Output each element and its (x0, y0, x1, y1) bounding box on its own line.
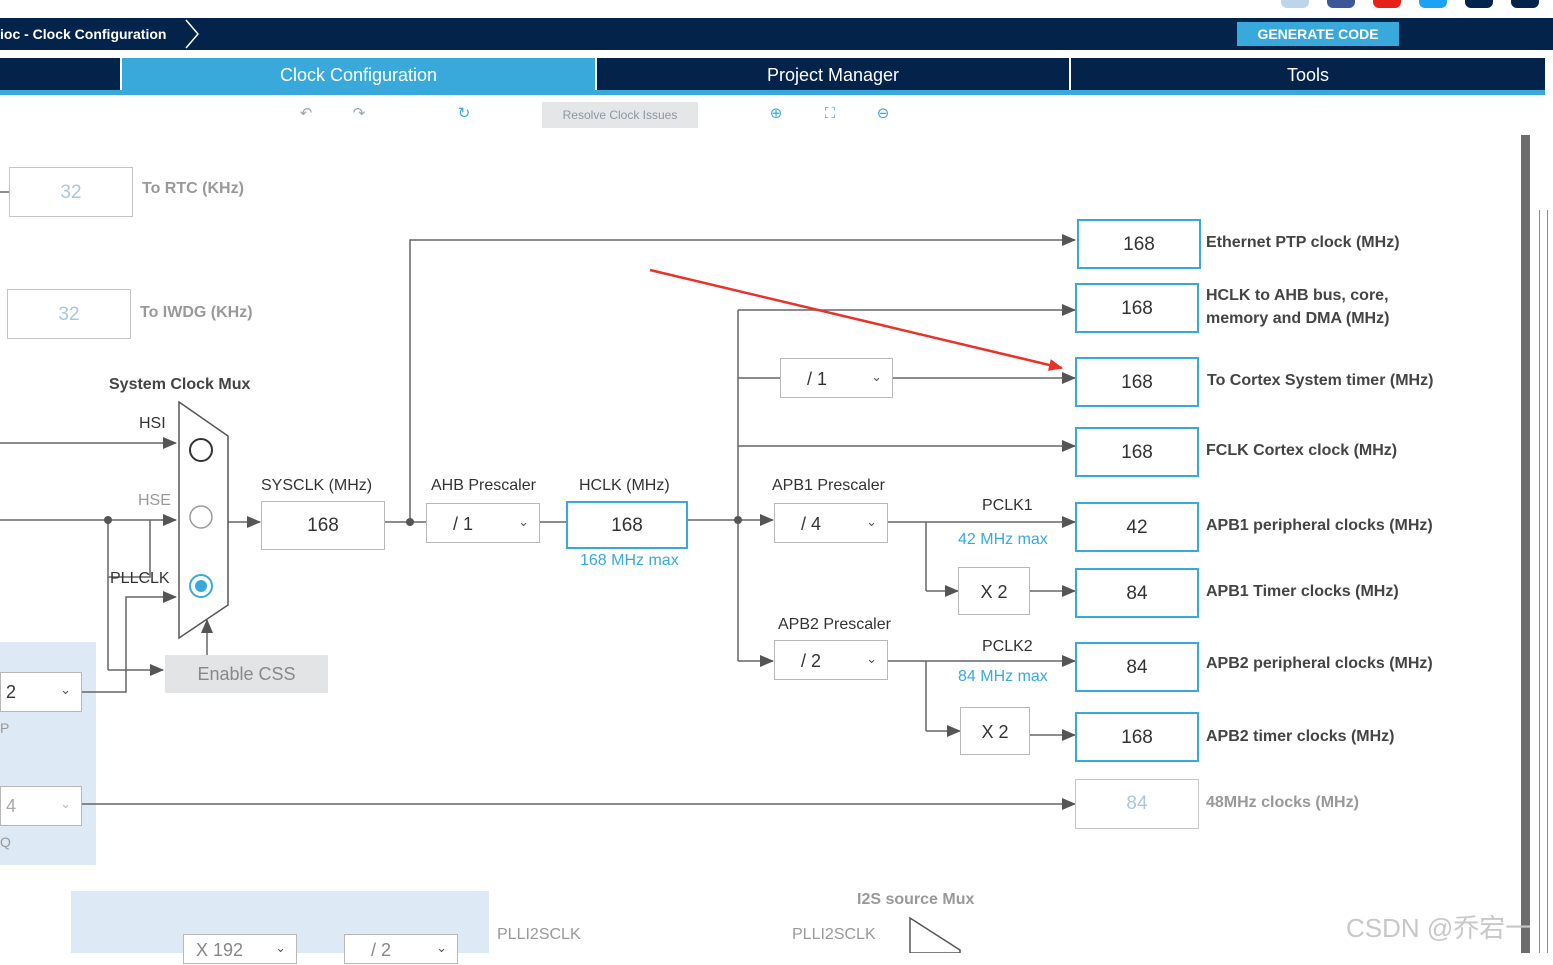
chevron-down-icon: ⌄ (518, 514, 529, 529)
pllclk-radio-dot (195, 580, 207, 592)
apb1-timer-clocks-label: APB1 Timer clocks (MHz) (1206, 583, 1399, 600)
plli2s-n-value: X 192 (196, 940, 244, 960)
chevron-down-icon: ⌄ (866, 514, 877, 529)
pll-p-value: 2 (6, 682, 17, 702)
chevron-down-icon: ⌄ (866, 651, 877, 666)
pll-p-select[interactable]: 2 ⌄ (0, 672, 82, 712)
apb1-prescaler-label: APB1 Prescaler (772, 477, 885, 494)
cortex-system-timer-label: To Cortex System timer (MHz) (1207, 372, 1434, 389)
ethernet-ptp-clock-label: Ethernet PTP clock (MHz) (1206, 234, 1400, 251)
ahb-prescaler-select[interactable]: / 1 ⌄ (426, 503, 540, 543)
apb2-timer-clocks-value[interactable]: 168 (1075, 712, 1199, 762)
apb1-timer-multiplier: X 2 (958, 567, 1030, 615)
ethernet-ptp-clock-value[interactable]: 168 (1077, 219, 1201, 269)
plli2s-n-select[interactable]: X 192 ⌄ (183, 934, 297, 964)
apb2-prescaler-label: APB2 Prescaler (778, 616, 891, 633)
hclk-max-label: 168 MHz max (580, 552, 679, 569)
hse-radio[interactable] (189, 505, 213, 529)
scrollbar-track-edge (1539, 210, 1548, 953)
apb2-prescaler-value: / 2 (801, 651, 822, 671)
apb2-timer-clocks-label: APB2 timer clocks (MHz) (1206, 728, 1395, 745)
clocks-48mhz-label: 48MHz clocks (MHz) (1206, 794, 1359, 811)
iwdg-label: To IWDG (KHz) (140, 304, 253, 321)
hsi-radio[interactable] (189, 438, 213, 462)
apb1-peripheral-clocks-value[interactable]: 42 (1075, 502, 1199, 552)
cortex-system-timer-value[interactable]: 168 (1075, 357, 1199, 407)
hsi-label: HSI (139, 415, 166, 432)
sysclk-label: SYSCLK (MHz) (261, 477, 373, 494)
pclk2-label: PCLK2 (982, 638, 1033, 655)
apb2-prescaler-select[interactable]: / 2 ⌄ (774, 640, 888, 680)
hse-label: HSE (138, 492, 171, 509)
chevron-down-icon: ⌄ (436, 940, 447, 955)
pclk2-max-label: 84 MHz max (958, 668, 1048, 685)
plli2sclk-mid-label: PLLI2SCLK (792, 926, 876, 943)
pll-p-label: P (0, 720, 10, 736)
clocks-48mhz-value: 84 (1075, 779, 1199, 829)
pclk1-max-label: 42 MHz max (958, 531, 1048, 548)
apb2-timer-multiplier: X 2 (960, 707, 1030, 755)
cortex-timer-divider-value: / 1 (807, 369, 828, 389)
ahb-prescaler-value: / 1 (453, 514, 474, 534)
i2s-source-mux-title: I2S source Mux (857, 891, 975, 908)
chevron-down-icon: ⌄ (60, 796, 71, 811)
annotation-arrow (649, 268, 1063, 371)
enable-css-button[interactable]: Enable CSS (165, 655, 328, 693)
iwdg-value-box: 32 (7, 289, 131, 339)
chevron-down-icon: ⌄ (275, 940, 286, 955)
hclk-ahb-value[interactable]: 168 (1075, 283, 1199, 333)
fclk-cortex-label: FCLK Cortex clock (MHz) (1206, 442, 1398, 459)
hclk-label: HCLK (MHz) (579, 477, 670, 494)
cortex-timer-divider-select[interactable]: / 1 ⌄ (780, 358, 893, 398)
apb1-prescaler-select[interactable]: / 4 ⌄ (774, 503, 888, 543)
plli2s-r-select[interactable]: / 2 ⌄ (344, 934, 458, 964)
i2s-mux-shape (909, 916, 961, 953)
apb1-prescaler-value: / 4 (801, 514, 822, 534)
pclk1-label: PCLK1 (982, 497, 1033, 514)
rtc-value-box: 32 (9, 167, 133, 217)
pll-q-select[interactable]: 4 ⌄ (0, 786, 82, 826)
pll-q-value: 4 (6, 796, 17, 816)
hclk-input[interactable]: 168 (566, 501, 688, 549)
hclk-ahb-label: HCLK to AHB bus, core, memory and DMA (M… (1206, 287, 1390, 327)
system-clock-mux-title: System Clock Mux (109, 376, 251, 393)
plli2s-r-value: / 2 (371, 940, 392, 960)
pll-q-label: Q (0, 834, 11, 850)
watermark: CSDN @乔宕一 (1346, 913, 1532, 943)
plli2sclk-left-label: PLLI2SCLK (497, 926, 581, 943)
chevron-down-icon: ⌄ (60, 682, 71, 697)
ahb-prescaler-label: AHB Prescaler (431, 477, 536, 494)
pllclk-label: PLLCLK (110, 570, 170, 587)
sysclk-value: 168 (261, 501, 385, 550)
vertical-scrollbar[interactable] (1521, 135, 1530, 953)
chevron-down-icon: ⌄ (871, 369, 882, 384)
rtc-label: To RTC (KHz) (142, 180, 244, 197)
apb2-peripheral-clocks-label: APB2 peripheral clocks (MHz) (1206, 655, 1433, 672)
apb1-timer-clocks-value[interactable]: 84 (1075, 568, 1199, 618)
apb2-peripheral-clocks-value[interactable]: 84 (1075, 642, 1199, 692)
fclk-cortex-value[interactable]: 168 (1075, 427, 1199, 477)
apb1-peripheral-clocks-label: APB1 peripheral clocks (MHz) (1206, 517, 1433, 534)
